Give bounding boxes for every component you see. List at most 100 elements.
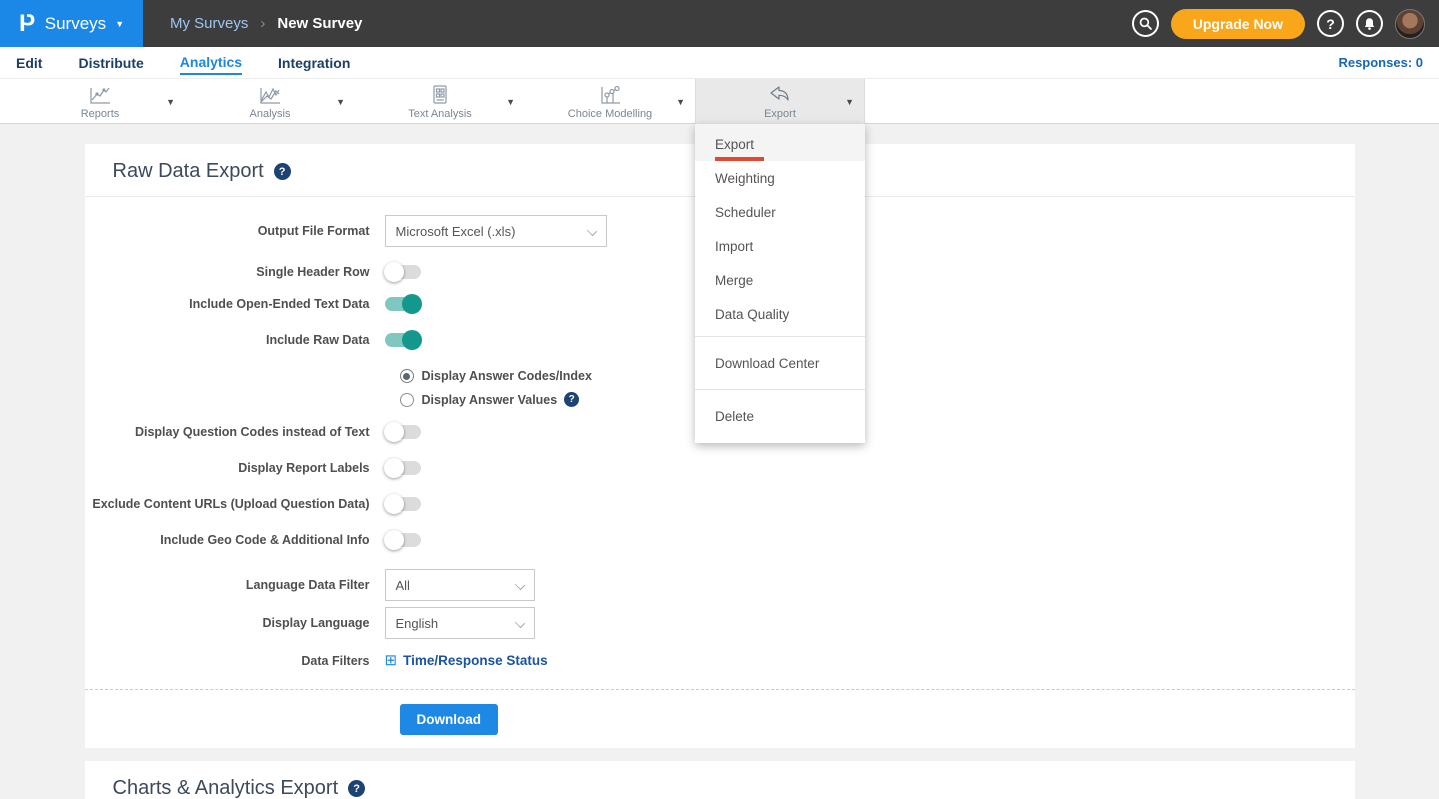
report-labels-row: Display Report Labels	[85, 461, 1355, 475]
caret-down-icon[interactable]: ▼	[676, 97, 685, 107]
breadcrumb-my-surveys[interactable]: My Surveys	[170, 15, 248, 32]
time-response-status-link[interactable]: Time/Response Status	[403, 653, 548, 668]
exclude-urls-toggle[interactable]	[385, 497, 421, 511]
menu-item-data-quality[interactable]: Data Quality	[695, 297, 865, 331]
plus-box-icon: ⊞	[385, 653, 398, 668]
analytics-toolbar: Reports ▼ Analysis ▼ Text Analysis ▼	[0, 79, 1439, 124]
single-header-toggle[interactable]	[385, 265, 421, 279]
field-label: Display Report Labels	[85, 461, 385, 475]
data-filters-row: Data Filters ⊞ Time/Response Status	[85, 653, 1355, 668]
display-language-row: Display Language English	[85, 607, 1355, 639]
toolbar-analysis[interactable]: Analysis ▼	[185, 79, 355, 124]
export-dropdown-menu: Export Weighting Scheduler Import Merge …	[695, 124, 865, 443]
toolbar-export[interactable]: Export ▼	[695, 79, 865, 124]
search-icon	[1139, 17, 1152, 30]
surveys-product-menu[interactable]: Ϥ Surveys ▼	[0, 0, 143, 47]
share-arrow-icon	[767, 84, 793, 106]
help-icon[interactable]: ?	[348, 780, 365, 797]
question-mark-icon: ?	[1326, 16, 1335, 32]
field-label: Include Raw Data	[85, 333, 385, 347]
search-button[interactable]	[1132, 10, 1159, 37]
menu-item-import[interactable]: Import	[695, 229, 865, 263]
radio-label: Display Answer Values	[422, 393, 558, 407]
menu-divider	[695, 336, 865, 337]
chevron-down-icon	[514, 618, 524, 628]
menu-item-weighting[interactable]: Weighting	[695, 161, 865, 195]
scatter-chart-icon	[598, 84, 622, 106]
survey-section-nav: Edit Distribute Analytics Integration Re…	[0, 47, 1439, 79]
chevron-down-icon	[586, 226, 596, 236]
answer-codes-radio[interactable]	[400, 369, 414, 383]
notifications-button[interactable]	[1356, 10, 1383, 37]
language-filter-row: Language Data Filter All	[85, 569, 1355, 601]
toolbar-label: Analysis	[250, 108, 291, 120]
open-ended-toggle[interactable]	[385, 297, 421, 311]
caret-down-icon[interactable]: ▼	[506, 97, 515, 107]
toolbar-text-analysis[interactable]: Text Analysis ▼	[355, 79, 525, 124]
panel-title: Raw Data Export	[113, 160, 264, 183]
responses-count: Responses: 0	[1338, 55, 1423, 70]
breadcrumb-current-survey: New Survey	[277, 15, 362, 32]
field-label: Output File Format	[85, 224, 385, 238]
toolbar-label: Choice Modelling	[568, 108, 652, 120]
field-label: Single Header Row	[85, 265, 385, 279]
field-label: Display Language	[85, 616, 385, 630]
display-language-select[interactable]: English	[385, 607, 535, 639]
report-labels-toggle[interactable]	[385, 461, 421, 475]
tab-integration[interactable]: Integration	[278, 51, 350, 74]
field-label: Exclude Content URLs (Upload Question Da…	[85, 497, 385, 511]
menu-item-scheduler[interactable]: Scheduler	[695, 195, 865, 229]
toolbar-choice-modelling[interactable]: Choice Modelling ▼	[525, 79, 695, 124]
caret-down-icon[interactable]: ▼	[845, 97, 854, 107]
language-filter-select[interactable]: All	[385, 569, 535, 601]
menu-item-export[interactable]: Export	[695, 124, 865, 161]
output-file-format-select[interactable]: Microsoft Excel (.xls)	[385, 215, 607, 247]
chevron-down-icon: ▼	[115, 19, 124, 29]
questionpro-logo-icon: Ϥ	[19, 12, 36, 36]
field-label: Display Question Codes instead of Text	[85, 425, 385, 439]
tab-edit[interactable]: Edit	[16, 51, 42, 74]
field-label: Language Data Filter	[85, 578, 385, 592]
breadcrumb: My Surveys › New Survey	[170, 15, 362, 32]
geo-code-row: Include Geo Code & Additional Info	[85, 533, 1355, 547]
multi-line-chart-icon	[257, 84, 283, 106]
bell-icon	[1363, 17, 1376, 31]
toolbar-label: Text Analysis	[408, 108, 472, 120]
line-chart-icon	[87, 84, 113, 106]
top-bar-actions: Upgrade Now ?	[1132, 9, 1425, 39]
answer-values-radio[interactable]	[400, 393, 414, 407]
caret-down-icon[interactable]: ▼	[336, 97, 345, 107]
toolbar-label: Reports	[81, 108, 120, 120]
document-grid-icon	[429, 84, 451, 106]
field-label: Include Geo Code & Additional Info	[85, 533, 385, 547]
menu-divider	[695, 389, 865, 390]
field-label: Include Open-Ended Text Data	[85, 297, 385, 311]
question-codes-toggle[interactable]	[385, 425, 421, 439]
field-label: Data Filters	[85, 654, 385, 668]
product-name: Surveys	[45, 14, 106, 34]
toolbar-label: Export	[764, 108, 796, 120]
user-avatar[interactable]	[1395, 9, 1425, 39]
menu-item-merge[interactable]: Merge	[695, 263, 865, 297]
breadcrumb-separator-icon: ›	[260, 15, 265, 32]
upgrade-now-button[interactable]: Upgrade Now	[1171, 9, 1305, 39]
tab-distribute[interactable]: Distribute	[78, 51, 143, 74]
toolbar-reports[interactable]: Reports ▼	[15, 79, 185, 124]
help-icon[interactable]: ?	[274, 163, 291, 180]
top-bar-main: My Surveys › New Survey Upgrade Now ?	[143, 0, 1439, 47]
radio-label: Display Answer Codes/Index	[422, 369, 592, 383]
menu-item-download-center[interactable]: Download Center	[695, 342, 865, 384]
geo-code-toggle[interactable]	[385, 533, 421, 547]
menu-item-delete[interactable]: Delete	[695, 395, 865, 437]
charts-analytics-export-panel: Charts & Analytics Export ?	[85, 761, 1355, 799]
panel-title: Charts & Analytics Export	[113, 777, 339, 799]
raw-data-toggle[interactable]	[385, 333, 421, 347]
tab-analytics[interactable]: Analytics	[180, 50, 242, 75]
help-icon[interactable]: ?	[564, 392, 579, 407]
help-button[interactable]: ?	[1317, 10, 1344, 37]
top-bar: Ϥ Surveys ▼ My Surveys › New Survey Upgr…	[0, 0, 1439, 47]
panel-header: Charts & Analytics Export ?	[85, 761, 1355, 799]
caret-down-icon[interactable]: ▼	[166, 97, 175, 107]
download-button[interactable]: Download	[400, 704, 499, 735]
download-row: Download	[85, 690, 1355, 748]
